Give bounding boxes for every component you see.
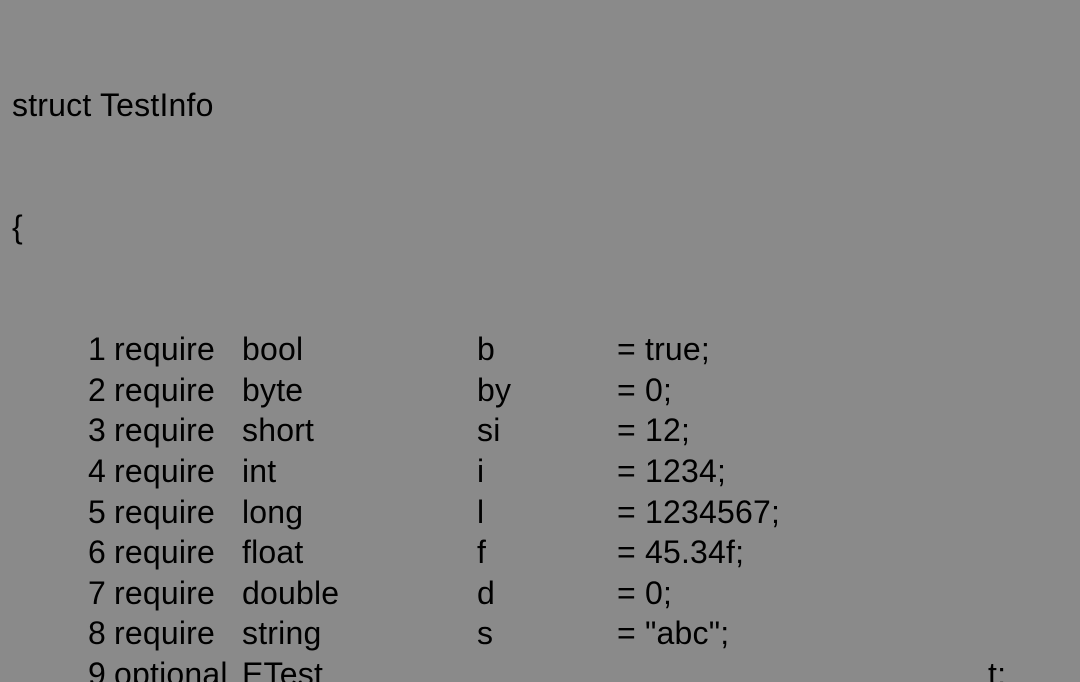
- field-requirement: require: [106, 532, 242, 573]
- field-default: = 1234;: [617, 451, 726, 492]
- field-name: d: [477, 573, 617, 614]
- field-name: by: [477, 370, 617, 411]
- field-type: short: [242, 410, 477, 451]
- field-name: b: [477, 329, 617, 370]
- field-default: = 45.34f;: [617, 532, 744, 573]
- field-row: 9optionalETestt;: [12, 654, 1068, 682]
- field-type: long: [242, 492, 477, 533]
- field-default: = 1234567;: [617, 492, 780, 533]
- field-row: 6requirefloatf= 45.34f;: [12, 532, 1068, 573]
- field-tag: 4: [58, 451, 106, 492]
- field-type: byte: [242, 370, 477, 411]
- field-row: 4requireinti= 1234;: [12, 451, 1068, 492]
- field-tail-name: t;: [988, 654, 1006, 682]
- field-requirement: require: [106, 370, 242, 411]
- code-block: struct TestInfo { 1requireboolb= true;2r…: [0, 0, 1080, 682]
- field-name: i: [477, 451, 617, 492]
- field-default: = true;: [617, 329, 710, 370]
- field-row: 1requireboolb= true;: [12, 329, 1068, 370]
- field-default: = "abc";: [617, 613, 729, 654]
- struct-keyword: struct: [12, 87, 91, 123]
- field-row: 3requireshortsi= 12;: [12, 410, 1068, 451]
- open-brace: {: [12, 207, 1068, 248]
- field-requirement: require: [106, 613, 242, 654]
- field-requirement: require: [106, 410, 242, 451]
- field-row: 8requirestrings= "abc";: [12, 613, 1068, 654]
- field-row: 7requiredoubled= 0;: [12, 573, 1068, 614]
- field-default: = 0;: [617, 370, 672, 411]
- field-tag: 9: [58, 654, 106, 682]
- field-row: 5requirelongl= 1234567;: [12, 492, 1068, 533]
- field-name: s: [477, 613, 617, 654]
- field-name: f: [477, 532, 617, 573]
- field-requirement: require: [106, 573, 242, 614]
- struct-name: TestInfo: [100, 87, 214, 123]
- field-type: float: [242, 532, 477, 573]
- field-default: = 12;: [617, 410, 690, 451]
- field-name: l: [477, 492, 617, 533]
- field-tag: 5: [58, 492, 106, 533]
- fields-container: 1requireboolb= true;2requirebyteby= 0;3r…: [12, 329, 1068, 682]
- field-tag: 3: [58, 410, 106, 451]
- field-tag: 8: [58, 613, 106, 654]
- field-type: ETest: [242, 654, 988, 682]
- field-tag: 2: [58, 370, 106, 411]
- field-tag: 6: [58, 532, 106, 573]
- field-type: string: [242, 613, 477, 654]
- struct-decl: struct TestInfo: [12, 85, 1068, 126]
- field-type: int: [242, 451, 477, 492]
- field-requirement: require: [106, 451, 242, 492]
- field-type: bool: [242, 329, 477, 370]
- field-row: 2requirebyteby= 0;: [12, 370, 1068, 411]
- field-tag: 7: [58, 573, 106, 614]
- field-name: si: [477, 410, 617, 451]
- field-default: = 0;: [617, 573, 672, 614]
- field-requirement: require: [106, 329, 242, 370]
- field-type: double: [242, 573, 477, 614]
- field-tag: 1: [58, 329, 106, 370]
- field-requirement: optional: [106, 654, 242, 682]
- field-requirement: require: [106, 492, 242, 533]
